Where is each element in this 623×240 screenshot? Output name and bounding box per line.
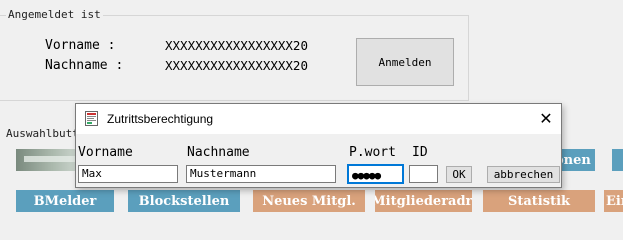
close-icon[interactable]: ✕ [531,104,561,134]
einstellungen-label: Einstellungen [606,193,623,209]
neues-mitglied-label: Neues Mitgl. [262,193,356,209]
dialog-title: Zutrittsberechtigung [107,112,214,126]
bmelder-label: BMelder [33,193,97,209]
neues-mitglied-button[interactable]: Neues Mitgl. [253,190,365,212]
id-input[interactable] [409,165,438,183]
vorname-label: Vorname : [45,38,116,53]
cancel-button[interactable]: abbrechen [487,166,560,183]
nachname-input[interactable]: Mustermann [186,165,336,183]
ok-button[interactable]: OK [446,166,472,183]
nachname-value: XXXXXXXXXXXXXXXXX20 [165,58,308,73]
vorname-value: XXXXXXXXXXXXXXXXX20 [165,38,308,53]
vorname-input[interactable]: Max [78,165,178,183]
blockstellen-label: Blockstellen [138,193,230,209]
dialog-titlebar[interactable]: Zutrittsberechtigung ✕ [76,104,561,134]
dialog-passwort-label: P.wort [349,145,396,160]
nachname-label: Nachname : [45,58,124,73]
password-mask: ●●●●● [352,169,381,182]
mitgliederadr-button[interactable]: Mitgliederadr. [375,190,472,212]
mitgliederadr-label: Mitgliederadr. [375,193,472,209]
access-dialog: Zutrittsberechtigung ✕ Vorname Nachname … [75,103,562,188]
dialog-nachname-label: Nachname [187,145,250,160]
dialog-vorname-label: Vorname [78,145,133,160]
password-input[interactable]: ●●●●● [347,164,404,184]
tile-edge-right[interactable] [612,149,623,171]
blockstellen-button[interactable]: Blockstellen [128,190,240,212]
login-button[interactable]: Anmelden [356,38,454,86]
statistik-button[interactable]: Statistik [483,190,595,212]
dialog-id-label: ID [412,145,428,160]
einstellungen-button[interactable]: Einstellungen [604,190,623,212]
form-icon [85,111,98,126]
statistik-label: Statistik [507,193,571,209]
bmelder-button[interactable]: BMelder [16,190,114,212]
logged-in-group-title: Angemeldet ist [6,8,103,21]
